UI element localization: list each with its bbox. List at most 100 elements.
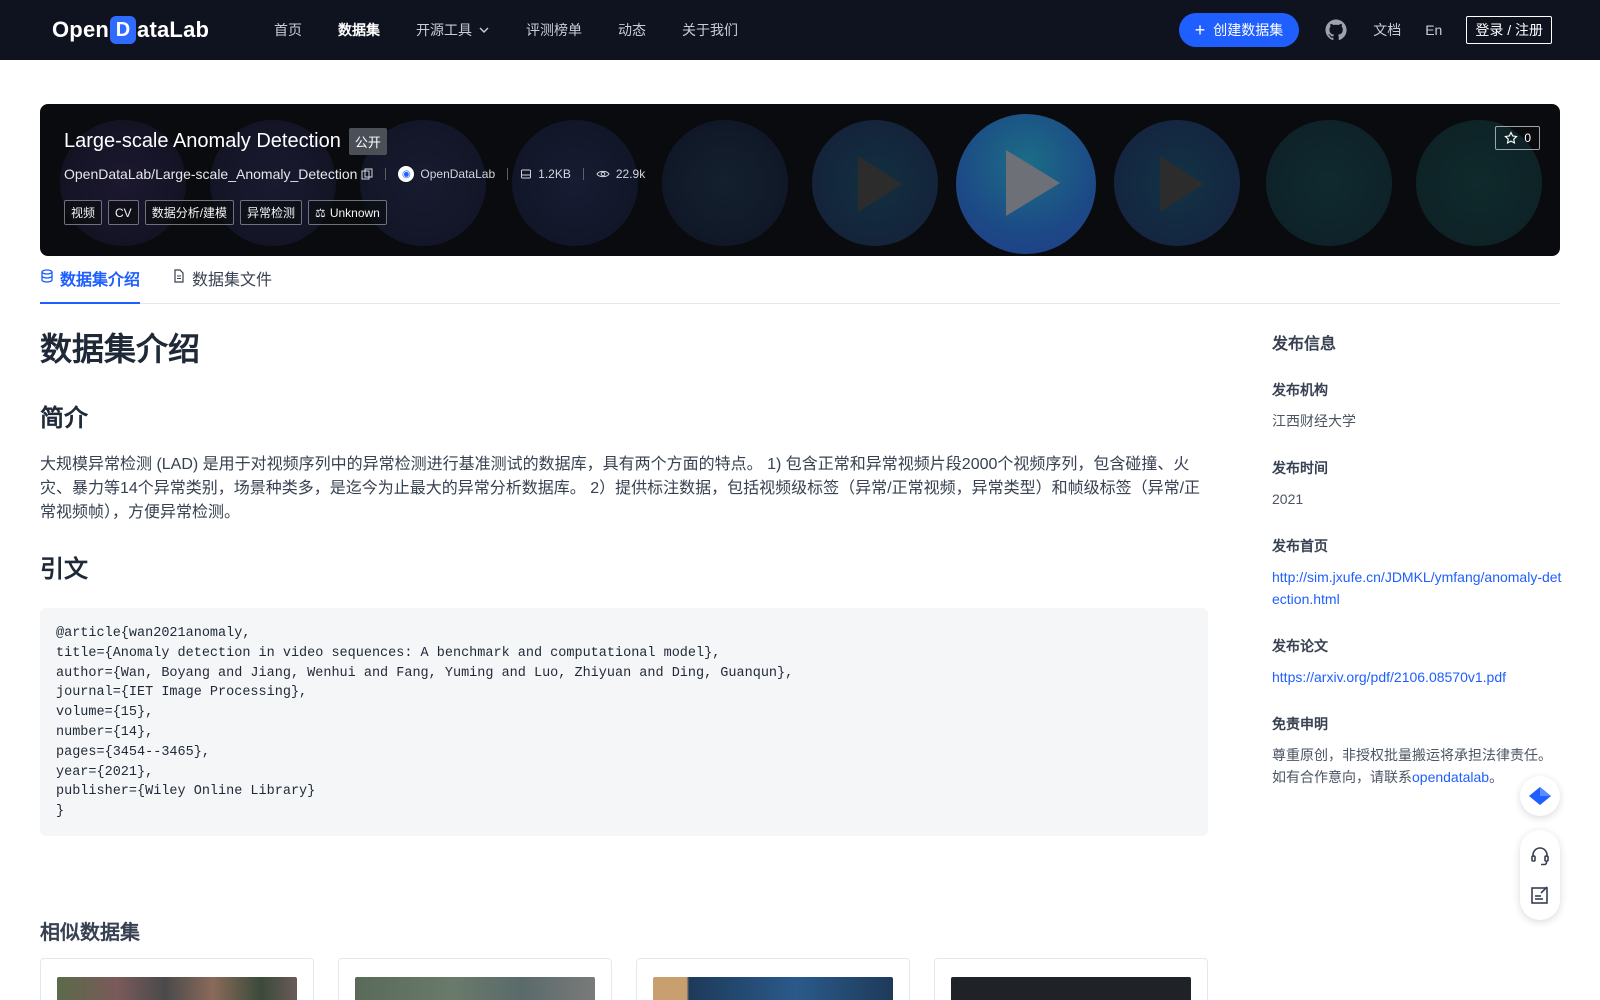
paper-link[interactable]: https://arxiv.org/pdf/2106.08570v1.pdf: [1272, 669, 1506, 685]
separator: [385, 168, 387, 180]
nav-link-label: 关于我们: [682, 22, 738, 38]
nav-link-label: 动态: [618, 22, 646, 38]
publish-info-sidebar: 发布信息 发布机构 江西财经大学 发布时间 2021 发布首页 http://s…: [1272, 330, 1562, 814]
floating-toolbar: [1520, 830, 1560, 920]
database-icon: [41, 269, 53, 283]
login-register-button[interactable]: 登录 / 注册: [1466, 16, 1552, 44]
assistant-icon: [1529, 787, 1551, 805]
publisher-label: 发布机构: [1272, 382, 1328, 398]
create-dataset-label: 创建数据集: [1213, 22, 1284, 38]
publish-date-value: 2021: [1272, 491, 1304, 507]
play-icon: [1160, 156, 1204, 212]
content-tabs: 数据集介绍 数据集文件: [40, 266, 1560, 304]
paper-label: 发布论文: [1272, 638, 1328, 654]
nav-link-label: 数据集: [338, 22, 380, 38]
dataset-meta-row: OpenDataLab/Large-scale_Anomaly_Detectio…: [64, 166, 645, 182]
license-value: Unknown: [329, 205, 380, 220]
dataset-intro-content: 数据集介绍 简介 大规模异常检测 (LAD) 是用于对视频序列中的异常检测进行基…: [40, 324, 1208, 836]
citation-heading: 引文: [40, 556, 88, 583]
scale-icon: ⚖: [315, 205, 326, 220]
feedback-edit-icon[interactable]: [1529, 884, 1551, 906]
dataset-size: 1.2KB: [520, 167, 571, 181]
eye-icon: [596, 170, 610, 178]
top-navigation: Open D ataLab 首页 数据集 开源工具 评测榜单 动态 关于我们 +…: [0, 0, 1600, 60]
language-toggle[interactable]: En: [1425, 22, 1442, 38]
tag-chip[interactable]: CV: [108, 200, 139, 225]
banner-decoration: [1266, 120, 1392, 246]
nav-link-leaderboard[interactable]: 评测榜单: [526, 20, 582, 40]
tab-dataset-files[interactable]: 数据集文件: [172, 266, 272, 304]
disclaimer-suffix: 。: [1489, 769, 1504, 785]
repo-path: OpenDataLab/Large-scale_Anomaly_Detectio…: [64, 166, 358, 182]
intro-paragraph: 大规模异常检测 (LAD) 是用于对视频序列中的异常检测进行基准测试的数据库，具…: [40, 456, 1201, 521]
similar-dataset-card[interactable]: [40, 958, 314, 1000]
nav-link-about[interactable]: 关于我们: [682, 20, 738, 40]
tab-label: 数据集文件: [192, 272, 273, 289]
play-icon: [858, 156, 902, 212]
tag-chip[interactable]: 视频: [64, 200, 103, 225]
nav-link-open-source-tools[interactable]: 开源工具: [416, 20, 490, 40]
dataset-thumbnail: [57, 977, 297, 1000]
play-icon: [1006, 150, 1060, 216]
tab-label: 数据集介绍: [60, 272, 141, 289]
dataset-title-row: Large-scale Anomaly Detection 公开: [64, 128, 387, 155]
org-link[interactable]: ◉ OpenDataLab: [398, 166, 495, 182]
floating-assistant-button[interactable]: [1520, 776, 1560, 816]
github-icon[interactable]: [1323, 17, 1349, 43]
logo-text-left: Open: [52, 17, 110, 42]
size-value: 1.2KB: [538, 167, 571, 181]
tag-chip[interactable]: 数据分析/建模: [144, 200, 235, 225]
similar-dataset-card[interactable]: [338, 958, 612, 1000]
visibility-badge: 公开: [348, 128, 387, 155]
dataset-hero-banner: Large-scale Anomaly Detection 公开 OpenDat…: [40, 104, 1560, 256]
headset-icon[interactable]: [1529, 845, 1551, 867]
homepage-link[interactable]: http://sim.jxufe.cn/JDMKL/ymfang/anomaly…: [1272, 569, 1561, 607]
intro-heading: 简介: [40, 405, 88, 432]
view-count: 22.9k: [596, 167, 645, 181]
opendatalab-logo[interactable]: Open D ataLab: [52, 14, 209, 46]
star-button[interactable]: 0: [1495, 126, 1540, 150]
sidebar-title: 发布信息: [1272, 336, 1337, 353]
disclaimer-line: 如有合作意向，请联系: [1272, 769, 1412, 785]
plus-icon: +: [1194, 20, 1206, 40]
separator: [507, 168, 509, 180]
dataset-tags: 视频 CV 数据分析/建模 异常检测 ⚖ Unknown: [64, 200, 387, 225]
dataset-thumbnail: [653, 977, 893, 1000]
banner-decoration: [512, 120, 638, 246]
star-count: 0: [1524, 131, 1531, 145]
nav-link-label: 开源工具: [416, 22, 472, 38]
contact-link[interactable]: opendatalab: [1412, 769, 1489, 785]
file-icon: [174, 269, 184, 283]
tag-chip[interactable]: 异常检测: [240, 200, 303, 225]
similar-dataset-card[interactable]: [934, 958, 1208, 1000]
storage-icon: [521, 169, 532, 179]
separator: [582, 168, 584, 180]
license-chip[interactable]: ⚖ Unknown: [308, 200, 387, 225]
star-icon: [1504, 131, 1519, 145]
logo-text-right: ataLab: [137, 17, 210, 42]
dataset-thumbnail: [951, 977, 1191, 1000]
disclaimer-label: 免责申明: [1272, 716, 1328, 732]
homepage-label: 发布首页: [1272, 538, 1328, 554]
docs-link[interactable]: 文档: [1373, 20, 1401, 40]
publisher-value: 江西财经大学: [1272, 413, 1356, 429]
tab-dataset-intro[interactable]: 数据集介绍: [40, 266, 141, 304]
logo-d-mark: D: [110, 16, 137, 44]
citation-code-block: @article{wan2021anomaly, title={Anomaly …: [40, 608, 1208, 836]
nav-link-news[interactable]: 动态: [618, 20, 646, 40]
page-title: 数据集介绍: [40, 331, 201, 367]
nav-link-label: 首页: [274, 22, 302, 38]
nav-right-actions: + 创建数据集 文档 En 登录 / 注册: [1178, 0, 1552, 60]
nav-link-label: 评测榜单: [526, 22, 582, 38]
create-dataset-button[interactable]: + 创建数据集: [1178, 13, 1300, 47]
views-value: 22.9k: [615, 167, 646, 181]
copy-icon[interactable]: [361, 168, 373, 180]
nav-link-home[interactable]: 首页: [274, 20, 302, 40]
org-avatar-icon: ◉: [398, 166, 415, 182]
org-name: OpenDataLab: [420, 167, 496, 181]
chevron-down-icon: [479, 27, 489, 33]
nav-link-datasets[interactable]: 数据集: [338, 20, 380, 40]
similar-datasets-heading: 相似数据集: [40, 922, 140, 944]
dataset-title: Large-scale Anomaly Detection: [64, 130, 341, 152]
similar-dataset-card[interactable]: [636, 958, 910, 1000]
